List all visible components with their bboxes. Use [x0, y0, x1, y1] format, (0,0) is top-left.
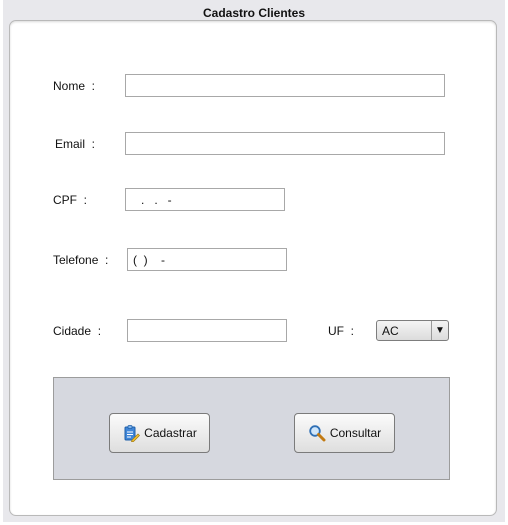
uf-selected-value: AC [382, 324, 399, 338]
email-input[interactable] [125, 132, 445, 155]
cidade-label: Cidade : [53, 324, 102, 338]
cidade-input[interactable] [127, 319, 287, 342]
search-icon [308, 424, 326, 442]
cadastrar-button[interactable]: Cadastrar [109, 413, 210, 453]
clipboard-edit-icon [122, 424, 141, 442]
telefone-input[interactable] [127, 248, 287, 271]
telefone-label: Telefone : [53, 253, 109, 267]
consultar-button-label: Consultar [329, 426, 382, 440]
window-edge-left [0, 0, 3, 525]
cpf-label: CPF : [53, 193, 88, 207]
uf-label: UF : [328, 324, 354, 338]
uf-select[interactable]: AC ▼ [376, 320, 449, 341]
window-title: Cadastro Clientes [202, 6, 306, 20]
cadastrar-button-label: Cadastrar [144, 426, 197, 440]
nome-label: Nome : [53, 79, 96, 93]
nome-input[interactable] [125, 74, 445, 97]
email-label: Email : [55, 137, 96, 151]
cpf-input[interactable] [125, 188, 285, 211]
consultar-button[interactable]: Consultar [294, 413, 395, 453]
dropdown-arrow-icon[interactable]: ▼ [431, 321, 448, 340]
